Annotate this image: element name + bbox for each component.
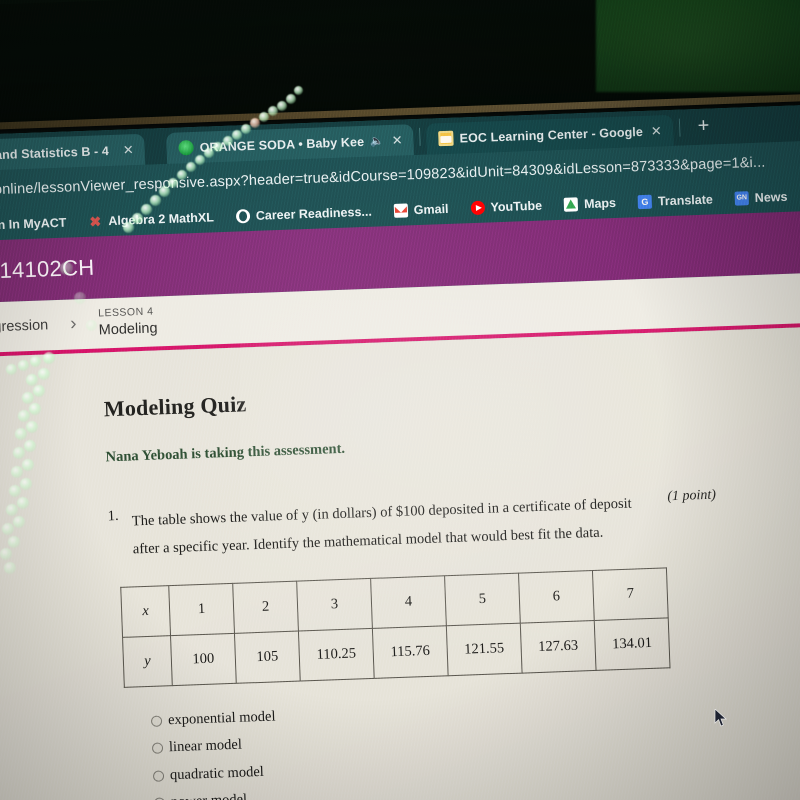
breadcrumb-item-current[interactable]: LESSON 4 Modeling — [98, 306, 158, 339]
globe-icon — [235, 209, 251, 224]
photo-of-laptop-screen: ability and Statistics B - 4 ✕ ORANGE SO… — [0, 0, 800, 800]
translate-icon: G — [637, 194, 653, 210]
breadcrumb-lesson-label: Modeling — [98, 319, 158, 339]
key-icon[interactable]: 🔑 — [784, 150, 800, 173]
table-cell: 121.55 — [446, 622, 523, 676]
answer-options: exponential model linear model quadratic… — [150, 688, 800, 800]
youtube-icon — [470, 200, 485, 216]
bookmark-label: Sign In MyACT — [0, 215, 67, 233]
x-mark-icon: ✖ — [89, 213, 102, 230]
gmail-icon — [393, 203, 409, 218]
quiz-document: Modeling Quiz Nana Yeboah is taking this… — [0, 324, 800, 800]
radio-button[interactable] — [150, 715, 163, 727]
bookmark-translate[interactable]: G Translate — [627, 192, 724, 210]
tab-title: ability and Statistics B - 4 — [0, 143, 110, 164]
maps-icon — [563, 197, 579, 212]
option-label: linear model — [168, 736, 243, 756]
table-cell: 127.63 — [520, 620, 597, 673]
tab-title: ORANGE SODA • Baby Kee — [199, 134, 365, 155]
table-cell: 5 — [444, 572, 521, 626]
bookmark-label: News — [754, 189, 788, 205]
mouse-pointer-icon — [714, 709, 727, 727]
table-cell: 2 — [232, 580, 299, 633]
table-cell: 100 — [170, 632, 237, 686]
radio-button[interactable] — [151, 742, 164, 754]
bookmark-label: Maps — [583, 195, 617, 212]
table-cell: 6 — [518, 570, 595, 623]
bookmark-label: YouTube — [490, 198, 543, 215]
table-cell: 4 — [370, 575, 447, 628]
tab-title: EOC Learning Center - Google — [459, 124, 644, 145]
bookmark-youtube[interactable]: YouTube — [459, 198, 553, 216]
table-cell: 115.76 — [372, 625, 449, 678]
radio-button[interactable] — [152, 770, 165, 782]
tab-close-icon[interactable]: ✕ — [649, 123, 664, 138]
option-label: quadratic model — [169, 763, 265, 783]
breadcrumb-item-regression[interactable]: Regression — [0, 317, 48, 336]
option-label: power model — [171, 792, 248, 800]
new-tab-button[interactable]: + — [685, 114, 721, 139]
data-table: x 1 2 3 4 5 6 7 y 100 105 110.25 115.76 … — [120, 567, 670, 688]
folder-icon — [438, 130, 454, 147]
page-title: Modeling Quiz — [103, 391, 247, 422]
option-label: exponential model — [167, 707, 276, 728]
background-wall-green — [596, 0, 800, 92]
table-cell: 3 — [296, 577, 373, 631]
table-cell: 105 — [234, 630, 301, 683]
laptop-screen: ability and Statistics B - 4 ✕ ORANGE SO… — [0, 103, 800, 800]
table-cell: 110.25 — [298, 627, 375, 681]
bookmark-gmail[interactable]: Gmail — [383, 202, 460, 219]
bookmark-label: Translate — [657, 192, 714, 209]
tab-divider — [678, 118, 681, 137]
speaker-mute-icon[interactable]: 🔈 — [370, 134, 384, 147]
bookmark-algebra-2-mathxl[interactable]: ✖ Algebra 2 MathXL — [77, 210, 225, 229]
bookmark-career-readiness[interactable]: Career Readiness... — [225, 204, 383, 224]
table-cell: 134.01 — [594, 617, 670, 670]
bookmark-maps[interactable]: Maps — [553, 196, 627, 213]
question-block: 1. The table shows the value of y (in do… — [107, 483, 800, 565]
course-code: - 414102CH — [0, 254, 95, 284]
assessment-taker-notice: Nana Yeboah is taking this assessment. — [105, 440, 346, 466]
bookmark-label: Career Readiness... — [255, 204, 373, 223]
bookmark-label: Gmail — [413, 201, 449, 218]
table-cell: 7 — [592, 567, 669, 621]
question-points: (1 point) — [667, 487, 717, 505]
table-cell: 1 — [168, 582, 235, 636]
tab-divider — [419, 127, 421, 146]
bookmark-sign-in-myact[interactable]: Sign In MyACT — [0, 215, 78, 234]
question-number: 1. — [107, 507, 119, 525]
question-text: The table shows the value of y (in dolla… — [131, 495, 632, 558]
bookmark-news[interactable]: GN News — [724, 189, 799, 206]
table-row-header: y — [122, 635, 173, 687]
tab-close-icon[interactable]: ✕ — [390, 133, 405, 148]
spotify-icon — [178, 140, 194, 156]
bookmark-label: Algebra 2 MathXL — [108, 210, 215, 229]
table-row-header: x — [120, 585, 171, 637]
news-icon: GN — [734, 191, 750, 206]
chevron-right-icon: › — [69, 313, 77, 335]
tab-close-icon[interactable]: ✕ — [121, 142, 136, 157]
